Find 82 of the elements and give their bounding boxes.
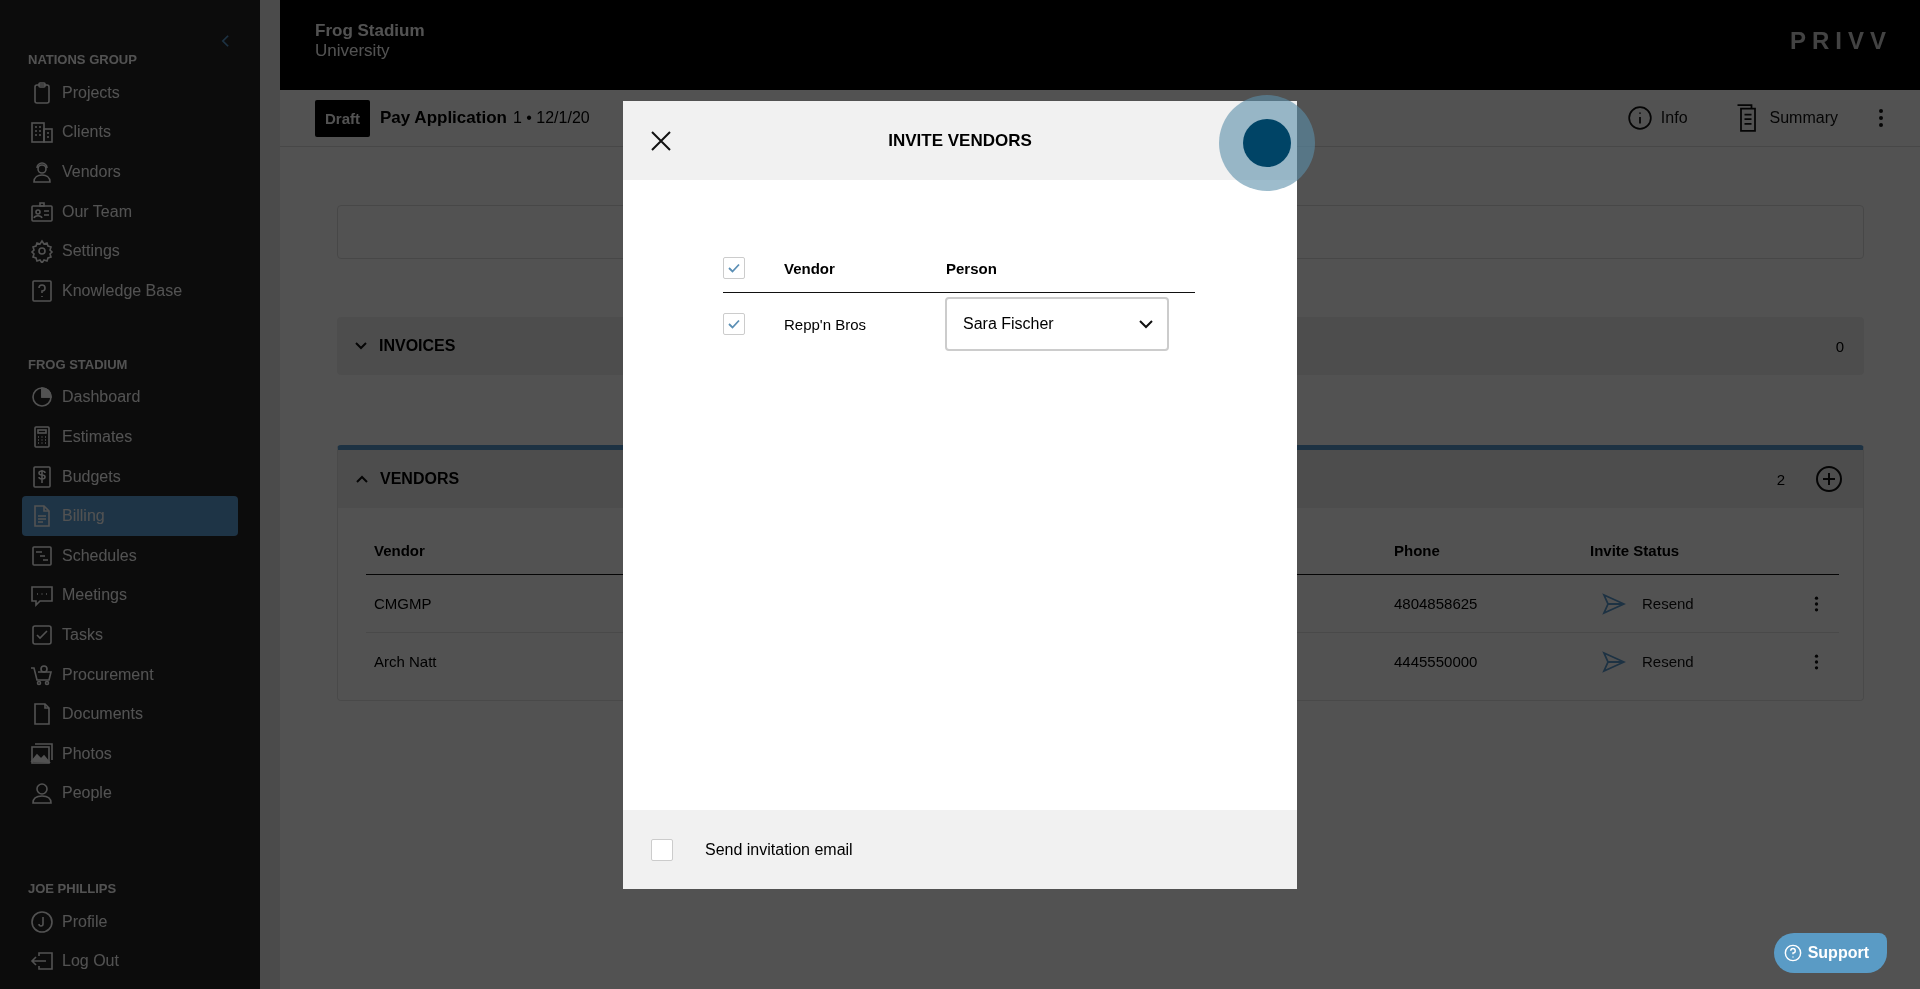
dollar-icon (30, 464, 54, 489)
chevron-left-icon[interactable] (221, 34, 230, 48)
row-checkbox[interactable] (723, 313, 745, 335)
cart-icon (30, 662, 54, 687)
section-heading: FROG STADIUM (28, 356, 128, 372)
table-cell-text: 4804858625 (1394, 595, 1479, 612)
idcard-icon (30, 199, 54, 224)
send-icon (1602, 592, 1626, 615)
nav-item[interactable]: People (22, 773, 238, 814)
toolbar-button[interactable]: Info (1620, 104, 1694, 132)
logo: PRIVV (1789, 27, 1892, 55)
question-icon (30, 278, 54, 303)
invoice-count: 0 (1835, 337, 1844, 355)
nav-item[interactable]: Our Team (22, 191, 238, 232)
nav-item[interactable]: Dashboard (22, 377, 238, 418)
toolbar-button[interactable]: Summary (1727, 102, 1844, 134)
nav-item[interactable]: Profile (22, 901, 238, 942)
letter-icon (30, 909, 54, 934)
vendor-name: Repp'n Bros (784, 315, 868, 333)
person-icon (30, 781, 54, 806)
close-icon[interactable] (651, 130, 671, 151)
info-icon (1626, 105, 1653, 131)
page-title: Pay Application (380, 108, 507, 128)
column-header: Vendor (784, 259, 836, 277)
gear-icon (30, 239, 54, 264)
project-name: Frog Stadium (315, 21, 425, 41)
checkbox-icon (30, 622, 54, 647)
nav-item[interactable]: Vendors (22, 152, 238, 192)
nav-item[interactable]: Log Out (22, 941, 238, 981)
image-icon (30, 741, 54, 766)
section-heading: JOE PHILLIPS (28, 880, 117, 896)
nav-item[interactable]: Photos (22, 733, 238, 774)
building-icon (30, 120, 54, 145)
support-button[interactable]: Support (1773, 933, 1887, 973)
more-icon[interactable] (1814, 594, 1819, 613)
worker-icon (30, 160, 54, 184)
column-header: Invite Status (1590, 541, 1681, 559)
nav-item[interactable]: Documents (22, 694, 238, 734)
vendor-count: 2 (1776, 470, 1785, 488)
chevron-up-icon[interactable] (356, 475, 368, 483)
chevron-down-icon[interactable] (355, 342, 367, 350)
add-icon[interactable] (1815, 465, 1843, 493)
table-cell-text: CMGMP (373, 595, 433, 612)
column-header: Vendor (373, 541, 426, 559)
resend-button[interactable]: Resend (1590, 592, 1810, 615)
check-icon (728, 263, 740, 273)
pie-icon (30, 385, 54, 410)
column-header: Person (946, 259, 997, 277)
nav-item[interactable]: Budgets (22, 456, 238, 497)
checkbox-label: Send invitation email (705, 840, 853, 859)
section-title: VENDORS (380, 470, 460, 488)
nav-item[interactable]: Projects (22, 73, 238, 113)
email-checkbox[interactable] (651, 838, 673, 861)
schedule-icon (30, 543, 54, 568)
more-icon[interactable] (1878, 108, 1884, 128)
dialog-title: INVITE VENDORS (888, 130, 1032, 151)
status-badge: Draft (315, 99, 370, 137)
more-icon[interactable] (1814, 652, 1819, 671)
page-subtitle: 1 • 12/1/20 (512, 109, 590, 127)
help-icon (1783, 944, 1802, 962)
nav-item[interactable]: Clients (22, 112, 238, 153)
table-cell-text: 4445550000 (1394, 653, 1479, 670)
nav-item[interactable]: Knowledge Base (22, 270, 238, 311)
resend-button[interactable]: Resend (1590, 650, 1810, 673)
nav-item[interactable]: Estimates (22, 417, 238, 457)
section-heading: NATIONS GROUP (28, 52, 137, 67)
nav-item[interactable]: Procurement (22, 654, 238, 695)
nav-item[interactable]: Tasks (22, 615, 238, 655)
nav-item[interactable]: Meetings (22, 575, 238, 616)
chat-icon (30, 583, 54, 608)
send-icon (1602, 650, 1626, 673)
select-all-checkbox[interactable] (723, 257, 745, 279)
client-name: University (315, 41, 391, 61)
nav-item[interactable]: Settings (22, 231, 238, 271)
section-title: INVOICES (379, 337, 456, 355)
table-cell-text: Arch Natt (373, 653, 438, 670)
chevron-down-icon (1139, 319, 1153, 329)
column-header: Phone (1394, 541, 1441, 559)
person-dropdown[interactable]: Sara Fischer (945, 297, 1169, 351)
nav-item[interactable]: Schedules (22, 535, 238, 576)
scrollbar[interactable] (260, 0, 280, 989)
check-icon (728, 319, 740, 329)
